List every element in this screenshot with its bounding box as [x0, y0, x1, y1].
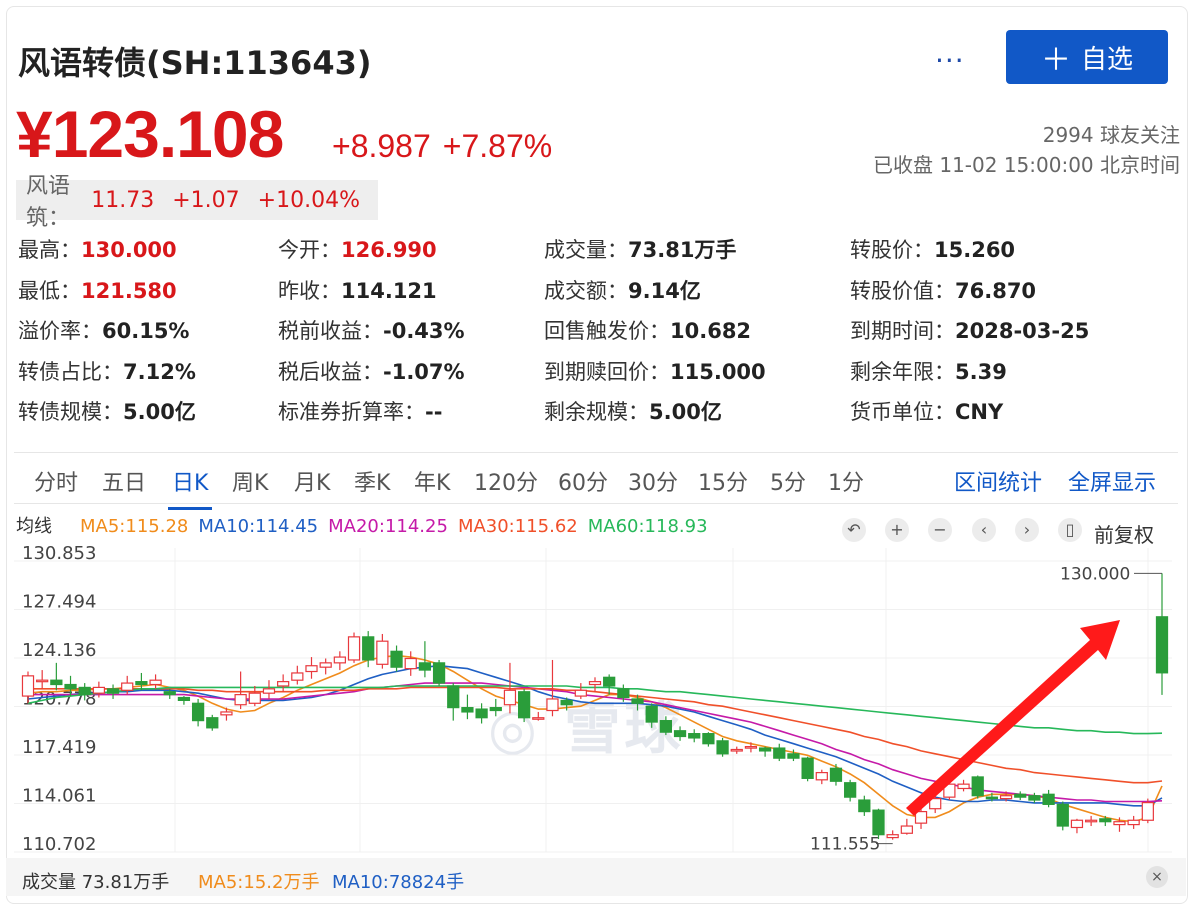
candle: [277, 674, 290, 692]
y-tick-label: 110.702: [22, 834, 96, 855]
candle: [333, 651, 346, 671]
candle: [489, 698, 502, 717]
volume-ma10: MA10:78824手: [332, 872, 465, 893]
y-tick-label: 117.419: [22, 737, 96, 758]
y-tick-label: 130.853: [22, 543, 96, 564]
low-label: 111.555: [810, 835, 880, 855]
candle: [773, 743, 786, 762]
close-icon[interactable]: ×: [1146, 866, 1168, 888]
candle: [291, 665, 304, 685]
candle: [106, 684, 120, 699]
candle: [1028, 792, 1041, 803]
candle: [36, 670, 49, 689]
candle: [1084, 815, 1098, 827]
high-label: 130.000: [1060, 564, 1130, 584]
candle: [432, 659, 446, 686]
y-tick-label: 124.136: [22, 640, 96, 661]
candle: [319, 658, 332, 675]
candle: [135, 672, 148, 691]
candle: [1127, 815, 1140, 829]
candle: [603, 674, 616, 695]
candle: [688, 729, 701, 743]
candle: [262, 680, 276, 699]
y-tick-label: 127.494: [22, 592, 96, 613]
candle: [517, 688, 531, 723]
candle: [858, 795, 871, 816]
candle: [829, 763, 843, 786]
candle: [574, 683, 587, 699]
candle: [390, 645, 403, 672]
candle: [716, 737, 729, 757]
candle: [206, 714, 219, 731]
candle: [404, 651, 417, 676]
candle: [191, 698, 205, 727]
candle: [645, 703, 658, 728]
volume-label: 成交量 73.81万手: [22, 872, 170, 893]
candle: [376, 633, 389, 669]
candle: [702, 732, 715, 747]
volume-legend: 成交量 73.81万手 MA5:15.2万手 MA10:78824手 ×: [6, 858, 1186, 896]
candle: [1070, 818, 1084, 834]
candle: [1042, 789, 1055, 808]
candle: [815, 769, 828, 785]
candle: [588, 677, 602, 692]
candle: [844, 779, 857, 802]
candle: [447, 683, 460, 721]
candle: [673, 726, 687, 741]
candle: [50, 662, 63, 691]
candle: [532, 711, 545, 721]
candle: [1014, 791, 1027, 801]
candle: [900, 818, 913, 835]
candle: [305, 657, 318, 679]
y-tick-label: 114.061: [22, 785, 96, 806]
candle: [234, 671, 247, 710]
candle: [886, 830, 899, 840]
kline-chart: 130.853127.494124.136120.778117.419114.0…: [14, 543, 1172, 855]
candle: [659, 716, 673, 736]
candle: [177, 696, 191, 705]
candle: [1056, 801, 1069, 831]
candle: [347, 632, 361, 663]
candle: [149, 674, 162, 689]
candle: [248, 685, 261, 707]
candle: [1141, 798, 1154, 824]
candle: [1155, 573, 1169, 695]
volume-ma5: MA5:15.2万手: [198, 872, 320, 893]
candle: [971, 775, 984, 799]
candle: [801, 756, 814, 782]
candle: [957, 779, 970, 792]
